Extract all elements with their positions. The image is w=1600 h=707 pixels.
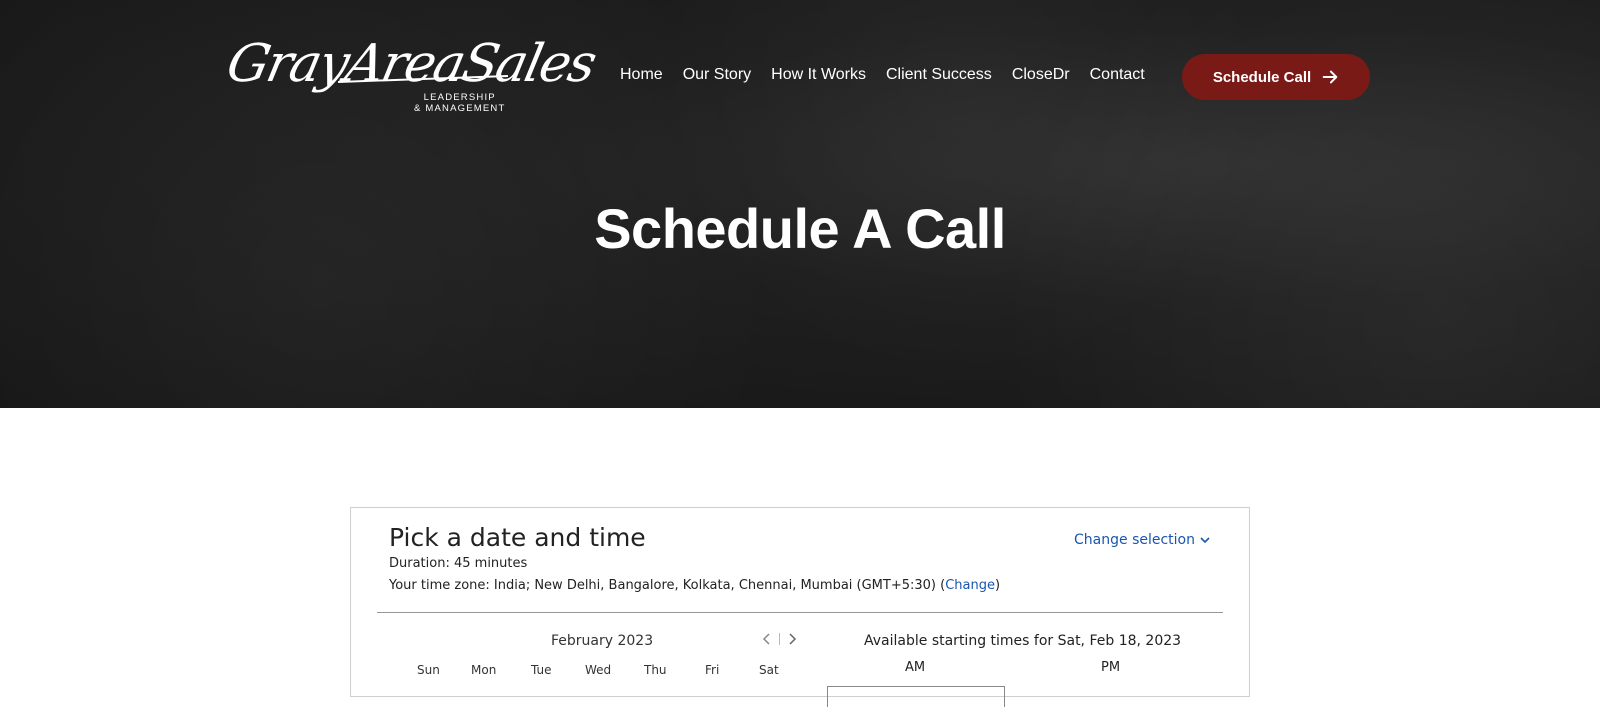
scheduler-title: Pick a date and time	[389, 523, 646, 552]
month-navigation	[761, 632, 798, 646]
nav-client-success[interactable]: Client Success	[886, 66, 992, 84]
main-nav: Home Our Story How It Works Client Succe…	[620, 66, 1165, 84]
logo-script: GrayAreaSales	[221, 34, 601, 94]
nav-contact[interactable]: Contact	[1090, 66, 1145, 84]
change-selection-label: Change selection	[1074, 532, 1195, 548]
divider	[377, 612, 1223, 613]
timezone-change-link[interactable]: Change	[945, 578, 995, 593]
available-times-heading: Available starting times for Sat, Feb 18…	[864, 633, 1182, 649]
month-nav-separator	[779, 633, 780, 645]
logo-subtitle: LEADERSHIP & MANAGEMENT	[414, 92, 505, 114]
schedule-call-button[interactable]: Schedule Call	[1182, 54, 1370, 100]
nav-home[interactable]: Home	[620, 66, 663, 84]
weekday-thu: Thu	[644, 663, 667, 677]
change-selection-link[interactable]: Change selection	[1074, 532, 1211, 548]
nav-how-it-works[interactable]: How It Works	[771, 66, 866, 84]
logo-subtitle-line1: LEADERSHIP	[423, 92, 496, 103]
scheduler-widget: Pick a date and time Duration: 45 minute…	[350, 507, 1250, 707]
weekday-fri: Fri	[705, 663, 720, 677]
nav-our-story[interactable]: Our Story	[683, 66, 751, 84]
weekday-tue: Tue	[531, 663, 552, 677]
weekday-wed: Wed	[585, 663, 612, 677]
calendar-month: February 2023	[551, 633, 654, 649]
chevron-left-icon[interactable]	[761, 632, 773, 646]
timezone-text: Your time zone: India; New Delhi, Bangal…	[389, 578, 1000, 593]
weekday-mon: Mon	[471, 663, 497, 677]
nav-closedr[interactable]: CloseDr	[1012, 66, 1070, 84]
page-title: Schedule A Call	[594, 197, 1006, 260]
hero-banner: GrayAreaSales LEADERSHIP & MANAGEMENT Ho…	[0, 0, 1600, 408]
weekday-sat: Sat	[759, 663, 779, 677]
duration-text: Duration: 45 minutes	[389, 556, 528, 571]
time-slot[interactable]	[827, 686, 1005, 707]
pm-column-label: PM	[1101, 660, 1121, 675]
logo[interactable]: GrayAreaSales LEADERSHIP & MANAGEMENT	[222, 24, 600, 130]
logo-subtitle-line2: & MANAGEMENT	[414, 103, 506, 114]
chevron-right-icon[interactable]	[786, 632, 798, 646]
am-column-label: AM	[905, 660, 926, 675]
timezone-close-paren: )	[994, 578, 1001, 593]
timezone-label: Your time zone: India; New Delhi, Bangal…	[389, 578, 946, 593]
arrow-right-icon	[1322, 70, 1338, 84]
schedule-call-label: Schedule Call	[1212, 68, 1312, 86]
weekday-sun: Sun	[417, 663, 440, 677]
chevron-down-icon	[1200, 537, 1210, 544]
